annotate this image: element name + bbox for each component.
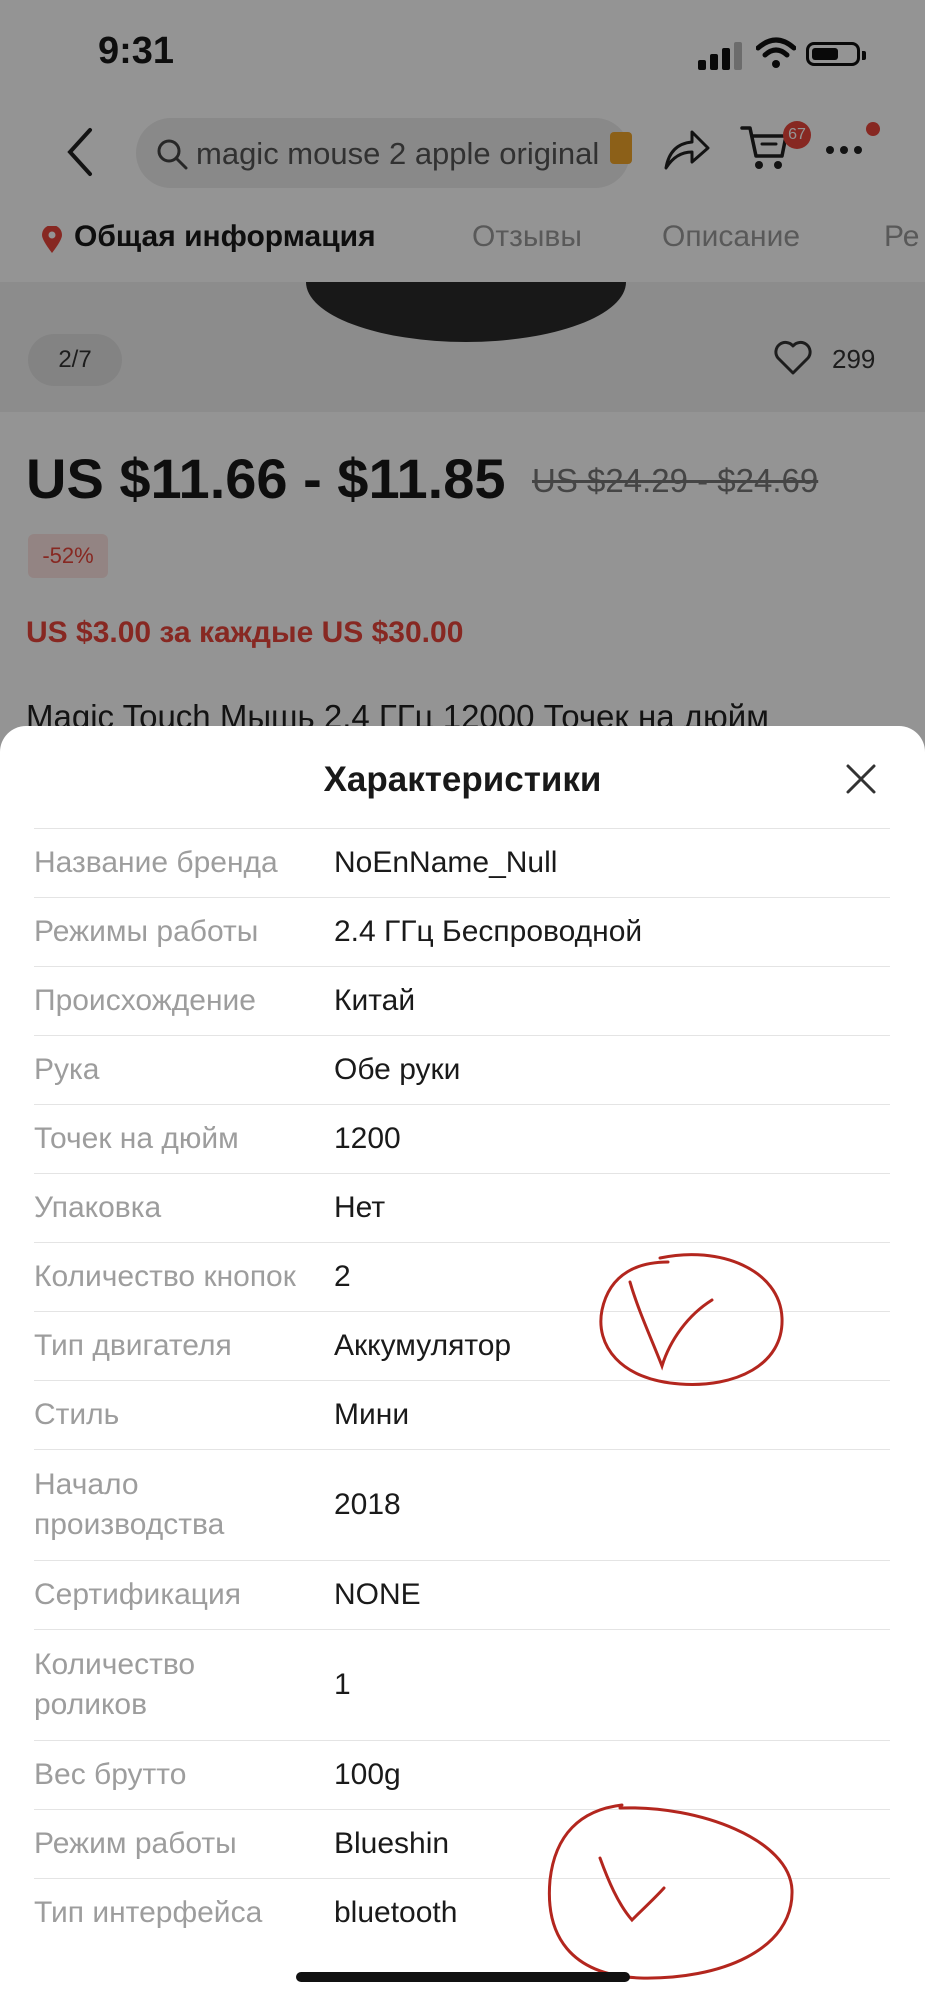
row-value: Мини [334, 1398, 410, 1431]
table-row: Название бренда NoEnName_Null [34, 828, 890, 897]
sheet-title: Характеристики [323, 760, 602, 799]
table-row: Количество кнопок 2 [34, 1242, 890, 1311]
row-key: Начало производства [34, 1468, 225, 1541]
row-key: Стиль [34, 1398, 120, 1431]
row-value: Обе руки [334, 1053, 461, 1086]
row-value: Аккумулятор [334, 1329, 512, 1362]
table-row: Количество роликов 1 [34, 1629, 890, 1740]
row-value: 100g [334, 1758, 401, 1791]
table-row: Режимы работы 2.4 ГГц Беспроводной [34, 897, 890, 966]
table-row: Тип интерфейса bluetooth [34, 1878, 890, 1947]
row-value: 1 [334, 1668, 351, 1701]
row-key: Тип двигателя [34, 1329, 232, 1362]
table-row: Рука Обе руки [34, 1035, 890, 1104]
row-key: Точек на дюйм [34, 1122, 239, 1155]
row-key: Количество роликов [34, 1648, 196, 1721]
row-value: 2.4 ГГц Беспроводной [334, 915, 643, 948]
table-row: Вес брутто 100g [34, 1740, 890, 1809]
table-row: Тип двигателя Аккумулятор [34, 1311, 890, 1380]
row-value: Нет [334, 1191, 386, 1224]
characteristics-sheet: Характеристики Название бренда NoEnName_N… [0, 726, 925, 2000]
row-value: NoEnName_Null [334, 846, 558, 879]
row-key: Вес брутто [34, 1758, 187, 1791]
row-value: 2018 [334, 1488, 401, 1521]
table-row: Происхождение Китай [34, 966, 890, 1035]
table-row: Сертификация NONE [34, 1560, 890, 1629]
table-row: Режим работы Blueshin [34, 1809, 890, 1878]
table-row: Начало производства 2018 [34, 1449, 890, 1560]
row-key: Название бренда [34, 846, 278, 879]
row-key: Сертификация [34, 1578, 241, 1611]
row-key: Тип интерфейса [34, 1896, 263, 1929]
row-value: bluetooth [334, 1896, 458, 1929]
table-row: Стиль Мини [34, 1380, 890, 1449]
row-value: 2 [334, 1260, 351, 1293]
row-key: Режим работы [34, 1827, 237, 1860]
row-value: NONE [334, 1578, 421, 1611]
table-row: Точек на дюйм 1200 [34, 1104, 890, 1173]
characteristics-table: Название бренда NoEnName_Null Режимы рабо… [34, 828, 890, 1947]
row-value: Китай [334, 984, 416, 1017]
row-key: Количество кнопок [34, 1260, 296, 1293]
row-key: Происхождение [34, 984, 256, 1017]
close-icon[interactable] [844, 762, 878, 796]
row-key: Режимы работы [34, 915, 259, 948]
row-key: Рука [34, 1053, 100, 1086]
home-indicator [296, 1972, 630, 1982]
table-row: Упаковка Нет [34, 1173, 890, 1242]
row-key: Упаковка [34, 1191, 162, 1224]
row-value: Blueshin [334, 1827, 450, 1860]
row-value: 1200 [334, 1122, 401, 1155]
